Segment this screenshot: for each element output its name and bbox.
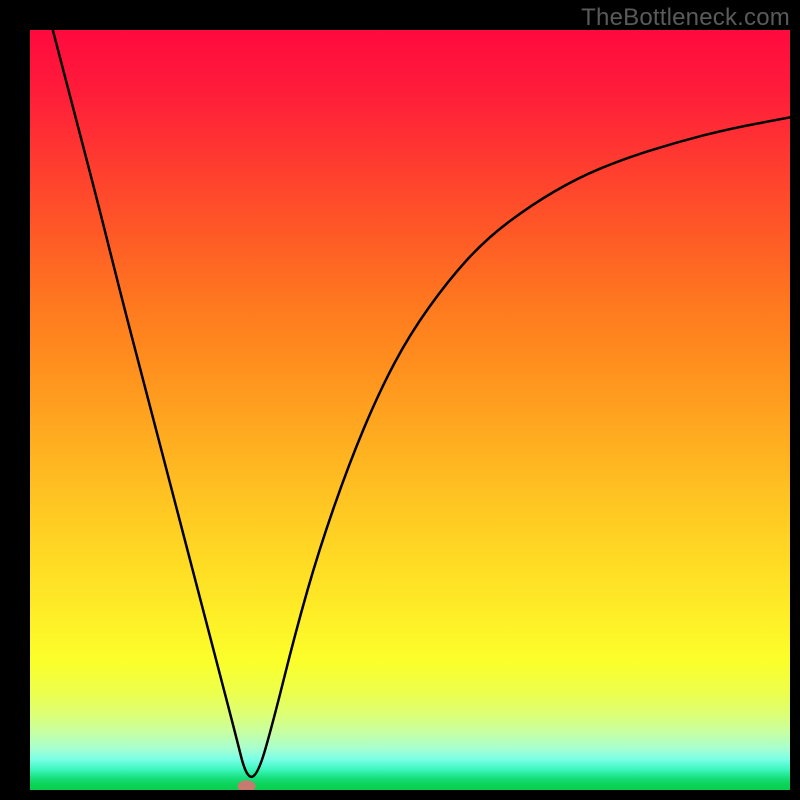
chart-plot-area — [30, 30, 790, 790]
chart-svg — [30, 30, 790, 790]
minimum-marker — [238, 780, 256, 790]
attribution-text: TheBottleneck.com — [581, 4, 790, 32]
v-curve-path — [53, 30, 790, 777]
